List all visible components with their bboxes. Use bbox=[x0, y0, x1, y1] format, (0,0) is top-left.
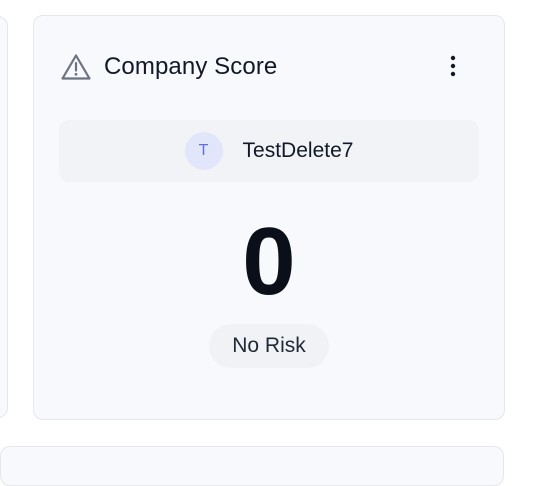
card-header: Company Score bbox=[60, 52, 277, 82]
risk-badge: No Risk bbox=[209, 324, 329, 368]
warning-triangle-icon bbox=[60, 52, 92, 82]
avatar: T bbox=[184, 132, 223, 170]
adjacent-card-left bbox=[0, 16, 8, 418]
card-title: Company Score bbox=[104, 53, 278, 80]
company-score-card: Company Score T TestDelete7 0 No Risk bbox=[33, 15, 505, 420]
company-row[interactable]: T TestDelete7 bbox=[59, 120, 479, 182]
more-vertical-icon bbox=[450, 55, 456, 82]
score-value: 0 bbox=[242, 208, 296, 315]
adjacent-card-bottom bbox=[0, 446, 504, 486]
company-name: TestDelete7 bbox=[242, 139, 354, 162]
more-options-button[interactable] bbox=[439, 54, 467, 82]
